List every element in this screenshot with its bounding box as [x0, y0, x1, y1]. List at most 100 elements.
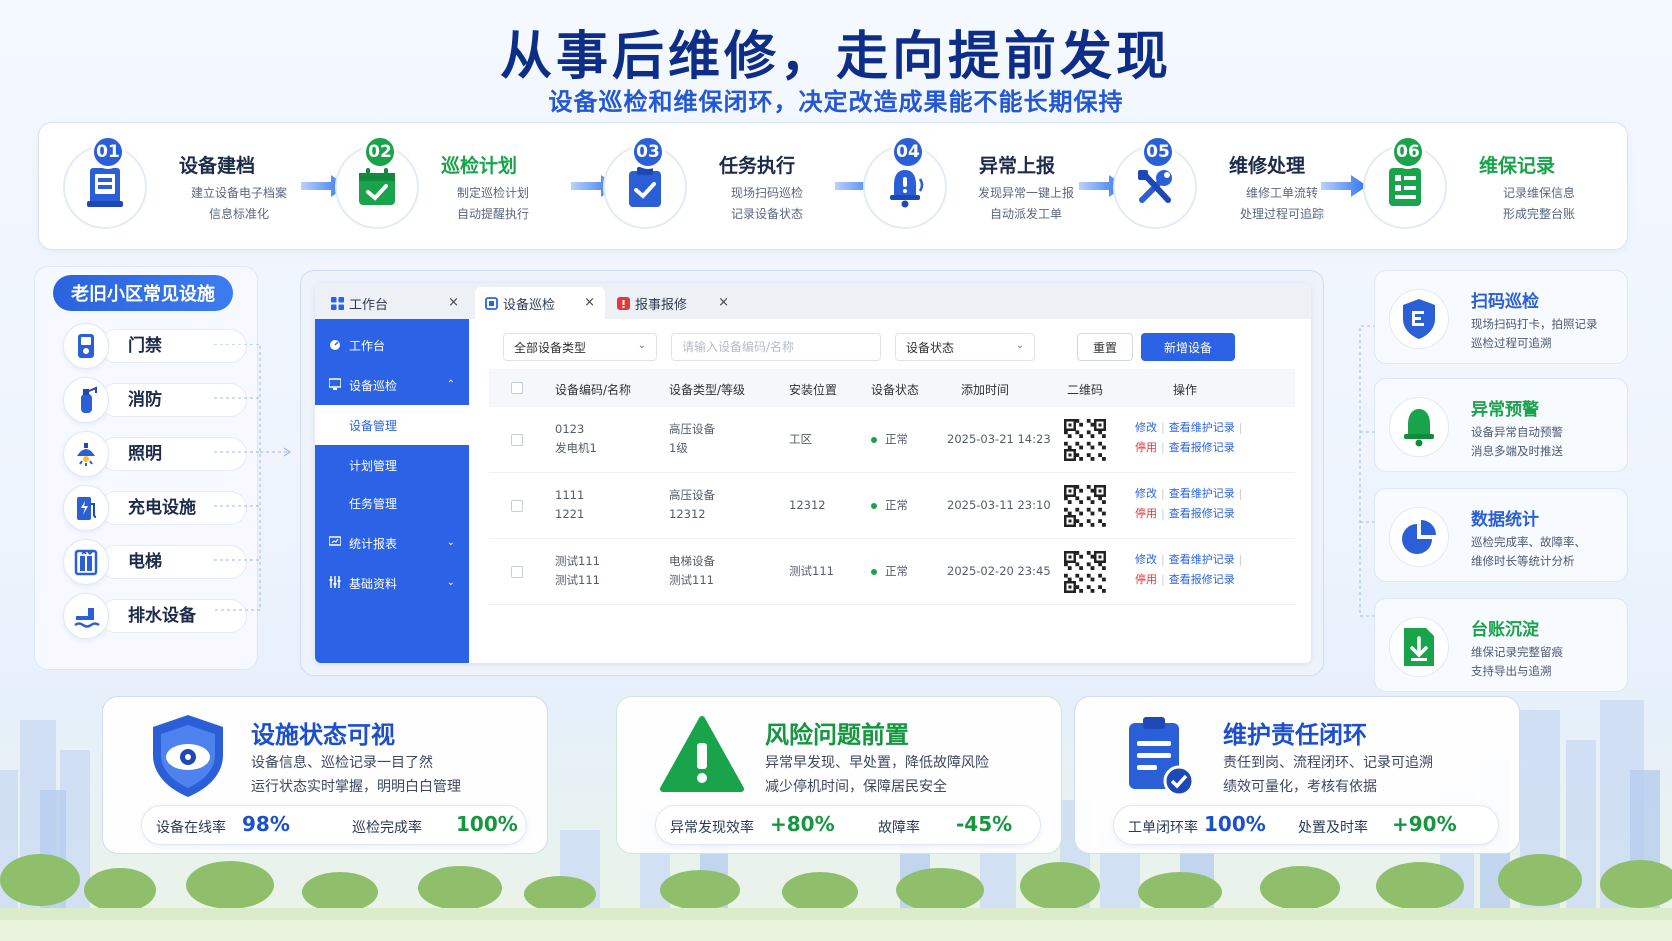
add-device-button[interactable]: 新增设备 [1141, 333, 1235, 361]
eye-shield-icon [153, 715, 223, 797]
step-description: 记录维保信息 形成完整台账 [1502, 186, 1575, 221]
scan-shield-icon [1389, 289, 1449, 349]
facilities-heading: 老旧小区常见设施 [53, 275, 233, 311]
nav-plan-management[interactable]: 计划管理 [315, 445, 469, 485]
edit-link[interactable]: 修改 [1135, 487, 1157, 500]
row-checkbox[interactable] [511, 434, 523, 446]
access-control-icon [63, 323, 109, 369]
device-status-select[interactable]: 设备状态 ⌄ [895, 333, 1035, 361]
process-steps-bar: 01 设备建档 建立设备电子档案 信息标准化 02 巡检计划 制定巡检计划 自动提醒… [38, 122, 1628, 250]
nav-workbench[interactable]: 工作台 [315, 325, 469, 365]
table-row: 1111 1221 高压设备 12312 12312 正常 2025-03-11 23:10… [489, 473, 1295, 539]
qr-code-icon[interactable] [1061, 481, 1109, 531]
view-repair-link[interactable]: 查看报修记录 [1169, 507, 1235, 520]
qr-code-icon[interactable] [1061, 415, 1109, 465]
card-status-visible: 设施状态可视 设备信息、巡检记录一目了然 运行状态实时掌握，明明白白管理 设备在线… [102, 696, 548, 854]
status-dot-icon [871, 436, 877, 443]
row-checkbox[interactable] [511, 500, 523, 512]
row-actions-top: 修改 | 查看维护记录 | [1135, 421, 1243, 434]
edit-link[interactable]: 修改 [1135, 421, 1157, 434]
feature-data-statistics: 数据统计 巡检完成率、故障率、 维修时长等统计分析 [1374, 488, 1628, 582]
chart-screen-icon [329, 536, 341, 546]
elevator-icon [63, 539, 109, 585]
download-file-icon [1389, 617, 1449, 677]
nav-task-management[interactable]: 任务管理 [315, 483, 469, 523]
document-icon [485, 296, 498, 310]
select-all-checkbox[interactable] [511, 382, 523, 394]
status-badge: 正常 [871, 430, 908, 449]
view-repair-link[interactable]: 查看报修记录 [1169, 441, 1235, 454]
added-time: 2025-02-20 23:45 [947, 564, 1051, 578]
close-icon[interactable]: × [584, 295, 595, 310]
warning-triangle-icon [660, 716, 744, 792]
step-report: 04 异常上报 发现异常一键上报 自动派发工单 [839, 123, 1099, 251]
feature-ledger: 台账沉淀 维保记录完整留痕 支持导出与追溯 [1374, 598, 1628, 692]
step-title: 维保记录 [1479, 155, 1556, 177]
view-maintenance-link[interactable]: 查看维护记录 [1169, 421, 1235, 434]
step-title: 任务执行 [719, 155, 796, 177]
nav-reports[interactable]: 统计报表 ⌄ [315, 523, 469, 563]
stats-bar: 工单闭环率 100% 处置及时率 +90% [1113, 805, 1499, 845]
added-time: 2025-03-11 23:10 [947, 498, 1051, 512]
device-location: 测试111 [789, 564, 834, 578]
disable-link[interactable]: 停用 [1135, 507, 1157, 520]
feature-connector-lines [1359, 325, 1376, 617]
row-actions-top: 修改 | 查看维护记录 | [1135, 553, 1243, 566]
close-icon[interactable]: × [718, 295, 729, 310]
nav-basic-data[interactable]: 基础资料 ⌄ [315, 563, 469, 603]
feature-scan-inspection: 扫码巡检 现场扫码打卡，拍照记录 巡检过程可追溯 [1374, 270, 1628, 364]
status-badge: 正常 [871, 496, 908, 515]
feature-anomaly-warning: 异常预警 设备异常自动预警 消息多端及时推送 [1374, 378, 1628, 472]
step-number: 03 [631, 135, 665, 169]
dashboard-icon [330, 340, 340, 350]
task-clipboard-icon [1129, 717, 1195, 797]
view-maintenance-link[interactable]: 查看维护记录 [1169, 553, 1235, 566]
lighting-icon [63, 431, 109, 477]
chevron-down-icon: ⌄ [446, 537, 455, 548]
nav-inspection[interactable]: 设备巡检 ⌃ [315, 365, 469, 405]
qr-code-icon[interactable] [1061, 547, 1109, 597]
step-number: 02 [363, 135, 397, 169]
alert-icon [617, 296, 630, 310]
step-title: 维修处理 [1229, 155, 1306, 177]
charging-station-icon [63, 485, 109, 531]
search-input[interactable] [671, 333, 881, 361]
nav-device-management[interactable]: 设备管理 [315, 405, 469, 445]
step-records: 06 维保记录 记录维保信息 形成完整台账 [1339, 123, 1627, 251]
grid-icon [331, 296, 344, 310]
step-number: 04 [891, 135, 925, 169]
row-actions-bottom: 停用 | 查看报修记录 [1135, 507, 1235, 520]
edit-link[interactable]: 修改 [1135, 553, 1157, 566]
device-location: 工区 [789, 432, 812, 446]
reset-button[interactable]: 重置 [1077, 333, 1133, 361]
step-number: 05 [1141, 135, 1175, 169]
pie-chart-icon [1389, 507, 1449, 567]
device-code-name: 测试111 测试111 [555, 554, 600, 587]
view-maintenance-link[interactable]: 查看维护记录 [1169, 487, 1235, 500]
row-checkbox[interactable] [511, 566, 523, 578]
disable-link[interactable]: 停用 [1135, 441, 1157, 454]
tab-workbench[interactable]: 工作台 × [321, 287, 469, 319]
step-description: 建立设备电子档案 信息标准化 [190, 186, 287, 221]
step-title: 设备建档 [179, 155, 256, 177]
status-dot-icon [871, 502, 877, 509]
disable-link[interactable]: 停用 [1135, 573, 1157, 586]
row-actions-bottom: 停用 | 查看报修记录 [1135, 573, 1235, 586]
tab-inspection[interactable]: 设备巡检 × [475, 287, 605, 319]
page-subtitle: 设备巡检和维保闭环，决定改造成果能不能长期保持 [548, 88, 1124, 116]
tab-repair[interactable]: 报事报修 × [607, 287, 739, 319]
tab-bar: 工作台 × 设备巡检 × 报事报修 × [315, 283, 1311, 319]
status-badge: 正常 [871, 562, 908, 581]
monitor-icon [329, 378, 341, 390]
added-time: 2025-03-21 14:23 [947, 432, 1051, 446]
step-description: 现场扫码巡检 记录设备状态 [730, 186, 803, 221]
close-icon[interactable]: × [448, 295, 459, 310]
step-plan: 02 巡检计划 制定巡检计划 自动提醒执行 [311, 123, 571, 251]
step-description: 制定巡检计划 自动提醒执行 [456, 186, 529, 221]
step-title: 巡检计划 [441, 155, 518, 177]
device-type-level: 电梯设备 测试111 [669, 554, 715, 587]
status-dot-icon [871, 568, 877, 575]
app-window: 工作台 × 设备巡检 × 报事报修 × 工作台 设备巡检 ⌃ 设备管理 计划管理 任务管… [300, 270, 1324, 676]
view-repair-link[interactable]: 查看报修记录 [1169, 573, 1235, 586]
device-type-select[interactable]: 全部设备类型 ⌄ [503, 333, 657, 361]
